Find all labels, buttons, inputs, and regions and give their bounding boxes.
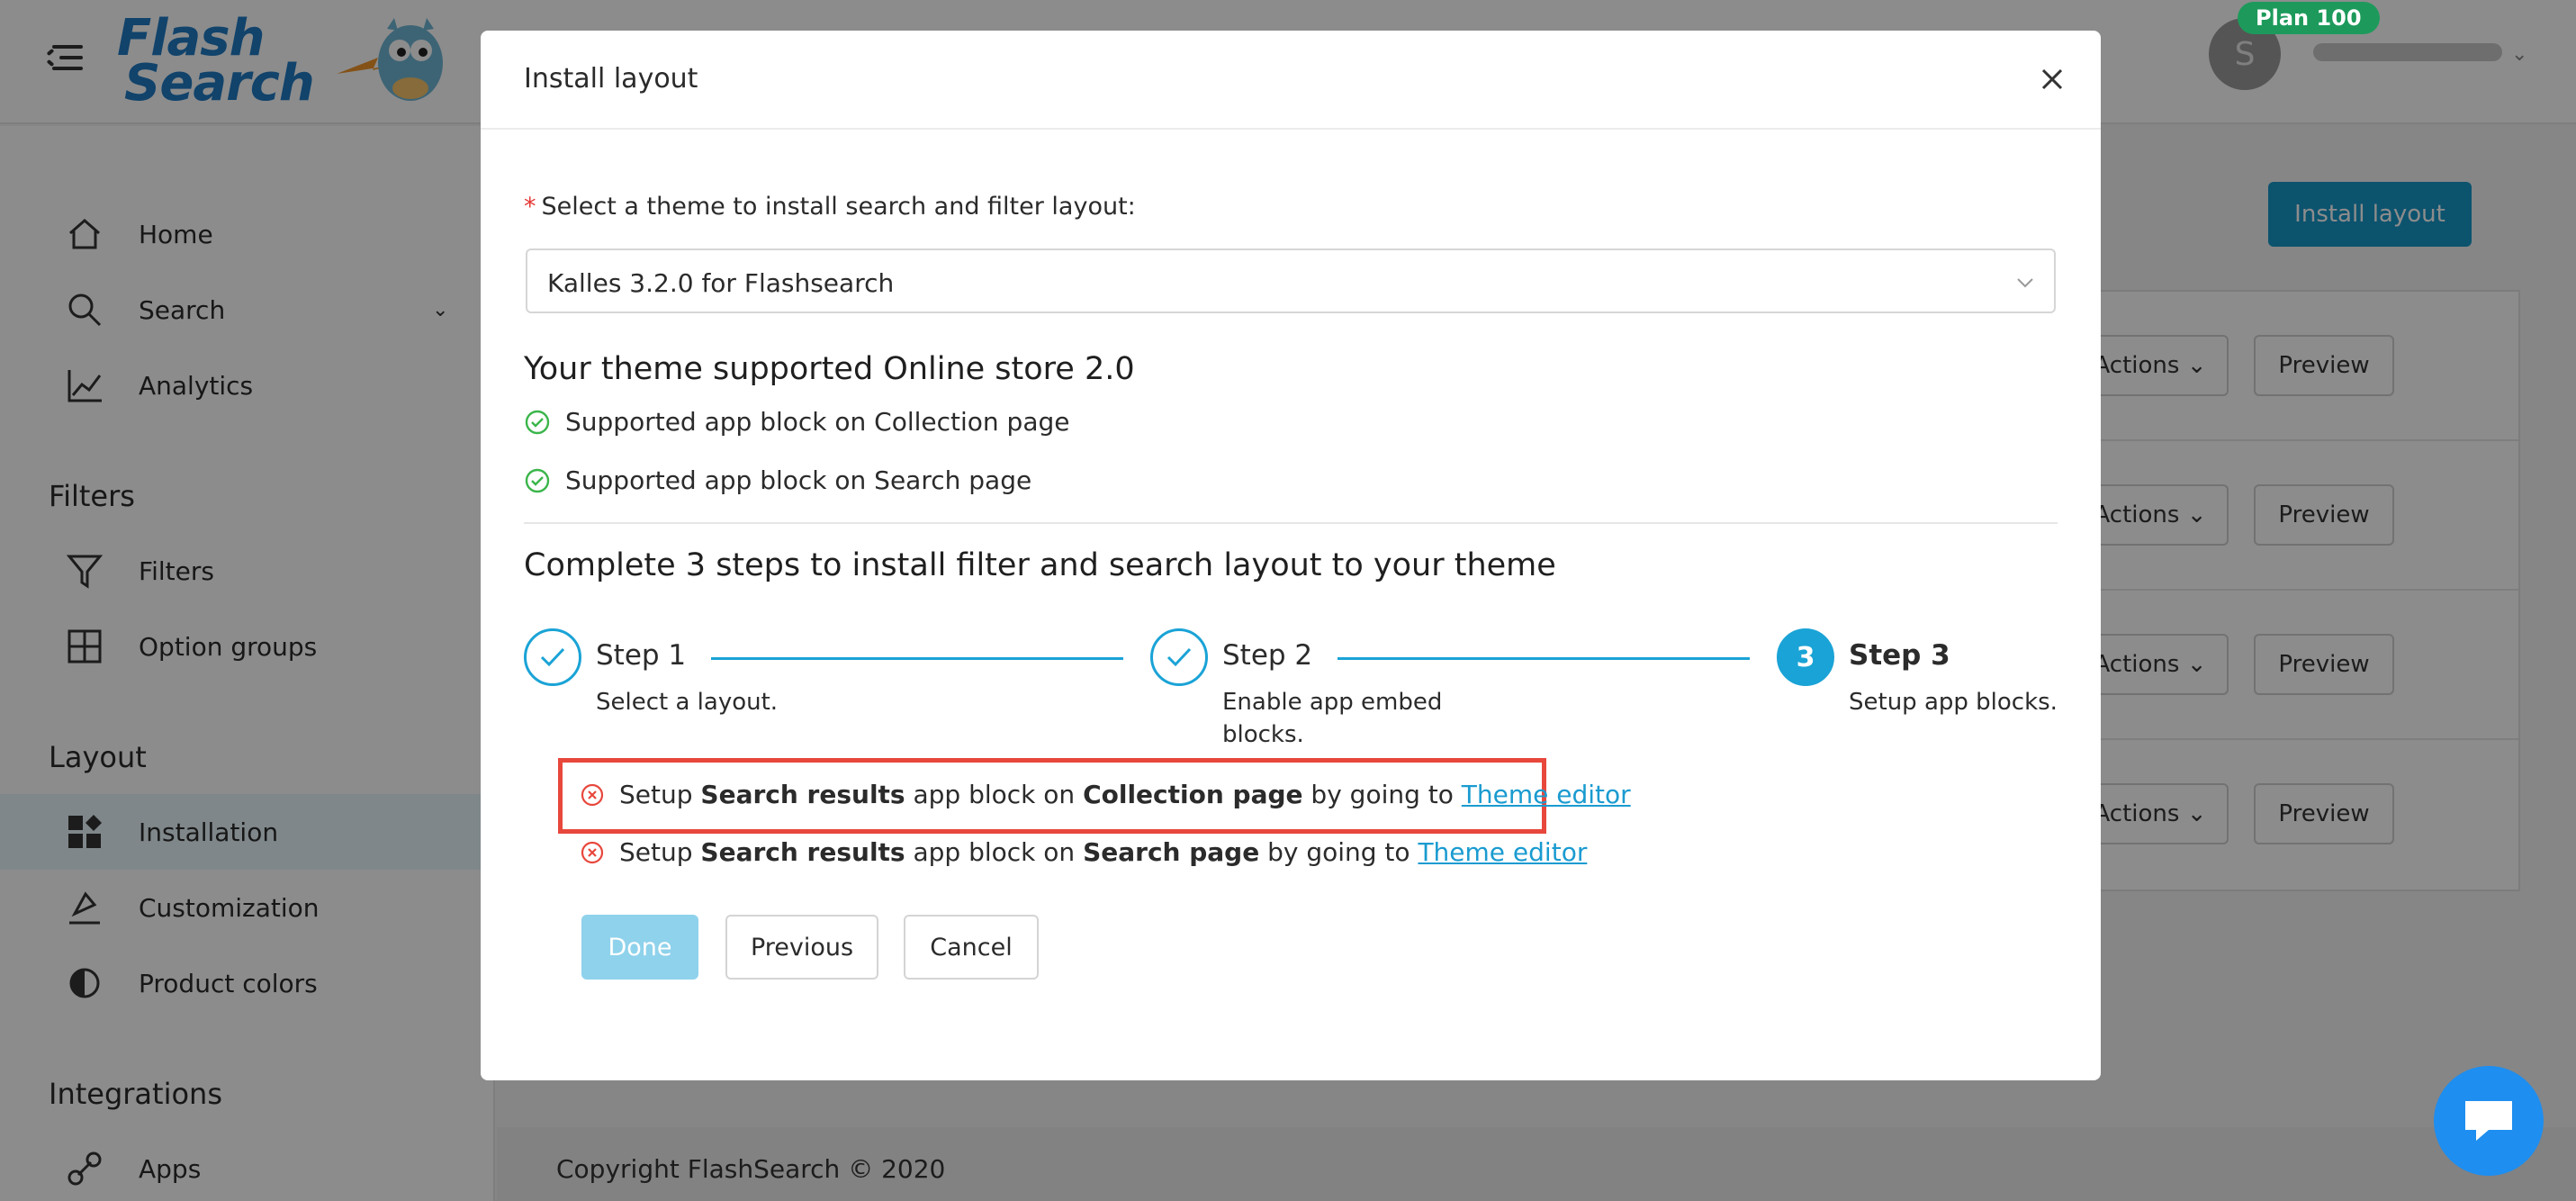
- divider: [524, 522, 2058, 524]
- step-1-indicator: [524, 628, 581, 686]
- step-2-description: Enable app embed blocks.: [1222, 689, 1443, 748]
- todo-bold: Search results: [700, 780, 905, 809]
- supported-item-text: Supported app block on Search page: [565, 465, 1032, 495]
- theme-editor-link[interactable]: Theme editor: [1418, 837, 1587, 867]
- check-icon: [1166, 647, 1192, 667]
- theme-select-label: * Select a theme to install search and fi…: [524, 193, 1136, 221]
- plan-badge: Plan 100: [2238, 2, 2380, 34]
- todo-text: by going to: [1302, 780, 1462, 809]
- step-connector: [1338, 657, 1750, 660]
- supported-item: Supported app block on Search page: [524, 465, 1031, 495]
- todo-text: by going to: [1259, 837, 1419, 867]
- error-circle-icon: [581, 841, 604, 863]
- theme-select-value: Kalles 3.2.0 for Flashsearch: [547, 268, 895, 298]
- step-3-description: Setup app blocks.: [1849, 689, 2058, 716]
- todo-search-page: Setup Search results app block on Search…: [580, 837, 1587, 867]
- step-3-indicator: 3: [1777, 628, 1834, 686]
- check-circle-icon: [525, 410, 550, 434]
- todo-bold: Search results: [700, 837, 905, 867]
- todo-text: Setup: [619, 837, 701, 867]
- step-1-title: Step 1: [596, 639, 687, 672]
- required-asterisk: *: [524, 193, 536, 221]
- todo-bold: Collection page: [1083, 780, 1303, 809]
- step-connector: [711, 657, 1123, 660]
- step-2-indicator: [1150, 628, 1208, 686]
- modal-title: Install layout: [524, 63, 698, 95]
- theme-select[interactable]: Kalles 3.2.0 for Flashsearch: [526, 248, 2056, 313]
- modal-header: Install layout: [481, 31, 2101, 130]
- todo-text: app block on: [905, 780, 1084, 809]
- todo-bold: Search page: [1083, 837, 1260, 867]
- close-icon[interactable]: [2034, 61, 2070, 97]
- todo-text: app block on: [905, 837, 1084, 867]
- theme-select-label-text: Select a theme to install search and fil…: [541, 193, 1136, 221]
- chat-icon: [2465, 1101, 2512, 1141]
- todo-text: Setup: [619, 780, 701, 809]
- step-2-title: Step 2: [1222, 639, 1313, 672]
- support-heading: Your theme supported Online store 2.0: [524, 351, 1135, 387]
- check-icon: [540, 647, 565, 667]
- error-circle-icon: [581, 783, 604, 806]
- previous-button[interactable]: Previous: [725, 915, 878, 980]
- install-layout-modal: Install layout * Select a theme to instal…: [481, 31, 2101, 1080]
- todo-collection-page: Setup Search results app block on Collec…: [580, 780, 1631, 809]
- steps-heading: Complete 3 steps to install filter and s…: [524, 547, 1556, 583]
- step-1-description: Select a layout.: [596, 689, 779, 716]
- supported-item: Supported app block on Collection page: [524, 407, 1070, 437]
- check-circle-icon: [525, 468, 550, 492]
- cancel-button[interactable]: Cancel: [904, 915, 1039, 980]
- step-3-title: Step 3: [1849, 639, 1950, 672]
- chevron-down-icon: [2017, 278, 2033, 288]
- theme-editor-link[interactable]: Theme editor: [1462, 780, 1631, 809]
- supported-item-text: Supported app block on Collection page: [565, 407, 1070, 437]
- done-button[interactable]: Done: [581, 915, 698, 980]
- chat-button[interactable]: [2434, 1066, 2544, 1176]
